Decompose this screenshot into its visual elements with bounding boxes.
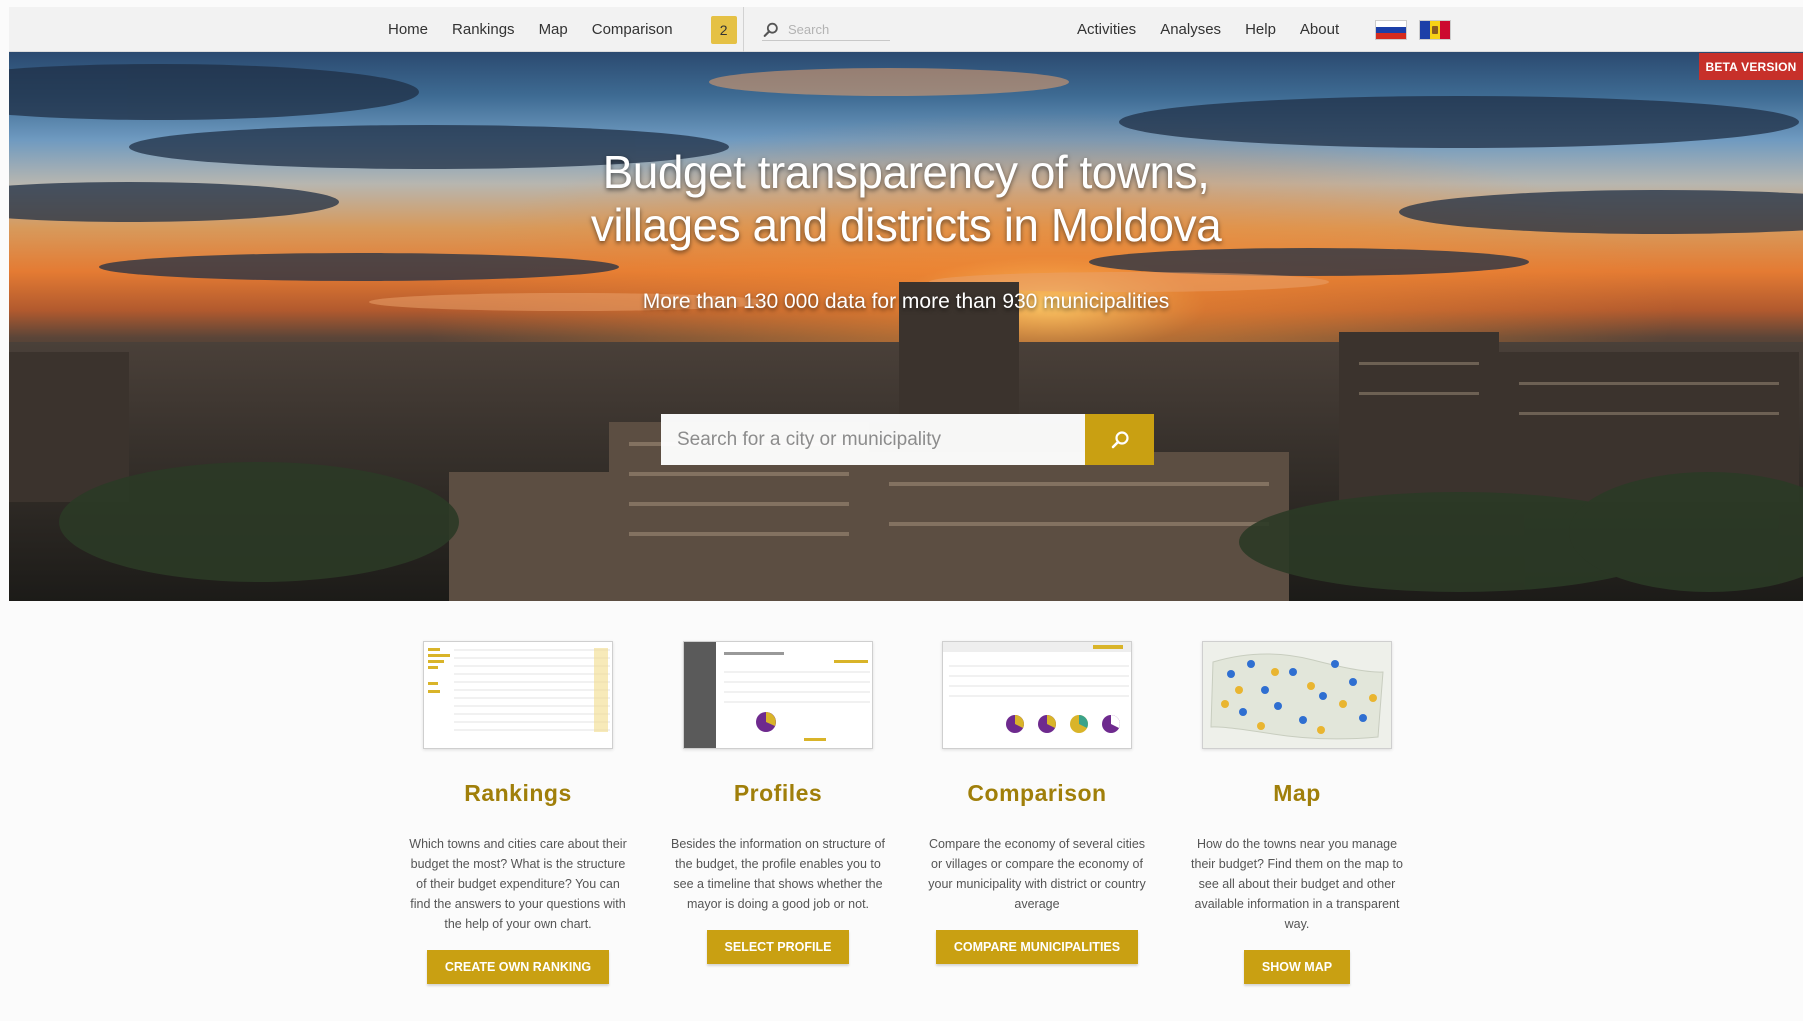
feature-map: Map How do the towns near you manage the…	[1182, 641, 1412, 984]
hero-title-line-1: Budget transparency of towns,	[602, 146, 1210, 198]
municipality-search-input[interactable]	[661, 414, 1085, 465]
search-icon[interactable]	[762, 21, 780, 39]
hero-banner: Budget transparency of towns, villages a…	[9, 52, 1803, 601]
municipality-map-thumbnail	[1203, 642, 1391, 748]
map-preview-image[interactable]	[1202, 641, 1392, 749]
hero-title-line-2: villages and districts in Moldova	[590, 199, 1222, 251]
create-own-ranking-button[interactable]: CREATE OWN RANKING	[426, 950, 610, 984]
feature-rankings-text: Which towns and cities care about their …	[409, 837, 627, 931]
nav-search-input[interactable]	[788, 22, 884, 37]
search-icon	[1111, 430, 1129, 448]
hero-search-button[interactable]	[1085, 414, 1154, 465]
hero-subtitle: More than 130 000 data for more than 930…	[642, 290, 1170, 313]
rankings-preview-image[interactable]	[423, 641, 613, 749]
rankings-table-thumbnail	[424, 642, 612, 748]
profiles-preview-image[interactable]	[683, 641, 873, 749]
feature-rankings-title: Rankings	[464, 780, 572, 806]
feature-profiles-text: Besides the information on structure of …	[670, 837, 885, 911]
top-navbar: Home Rankings Map Comparison 2 Activitie…	[9, 7, 1803, 52]
beta-version-badge: BETA VERSION	[1699, 53, 1803, 80]
city-skyline-background	[9, 52, 1803, 601]
comparison-count-badge[interactable]: 2	[710, 15, 737, 44]
feature-map-text: How do the towns near you manage their b…	[1191, 837, 1403, 931]
feature-profiles-title: Profiles	[733, 780, 823, 806]
compare-municipalities-button[interactable]: COMPARE MUNICIPALITIES	[935, 930, 1139, 964]
nav-activities-link[interactable]: Activities	[1077, 21, 1136, 38]
nav-divider	[743, 7, 744, 52]
profile-page-thumbnail	[684, 642, 872, 748]
feature-comparison: Comparison Compare the economy of severa…	[922, 641, 1152, 964]
show-map-button[interactable]: SHOW MAP	[1243, 950, 1351, 984]
comparison-charts-thumbnail	[943, 642, 1131, 748]
feature-profiles: Profiles Besides the information on stru…	[663, 641, 893, 964]
page: Home Rankings Map Comparison 2 Activitie…	[0, 0, 1803, 1021]
russian-flag-icon[interactable]	[1375, 19, 1408, 40]
moldovan-flag-icon[interactable]	[1419, 19, 1452, 40]
nav-map-link[interactable]: Map	[539, 21, 568, 38]
feature-map-title: Map	[1273, 780, 1321, 806]
comparison-preview-image[interactable]	[942, 641, 1132, 749]
secondary-nav: Activities Analyses Help About	[1077, 7, 1452, 52]
nav-analyses-link[interactable]: Analyses	[1160, 21, 1221, 38]
feature-comparison-text: Compare the economy of several cities or…	[928, 837, 1146, 911]
nav-home-link[interactable]: Home	[388, 21, 428, 38]
main-nav: Home Rankings Map Comparison 2	[388, 7, 737, 52]
select-profile-button[interactable]: SELECT PROFILE	[706, 930, 850, 964]
nav-help-link[interactable]: Help	[1245, 21, 1276, 38]
nav-comparison-link[interactable]: Comparison	[592, 21, 673, 38]
nav-search	[762, 19, 890, 41]
hero-search-bar	[661, 414, 1154, 465]
feature-rankings: Rankings Which towns and cities care abo…	[403, 641, 633, 984]
nav-rankings-link[interactable]: Rankings	[452, 21, 515, 38]
nav-about-link[interactable]: About	[1300, 21, 1339, 38]
hero-title: Budget transparency of towns, villages a…	[9, 146, 1803, 252]
feature-comparison-title: Comparison	[967, 780, 1107, 806]
